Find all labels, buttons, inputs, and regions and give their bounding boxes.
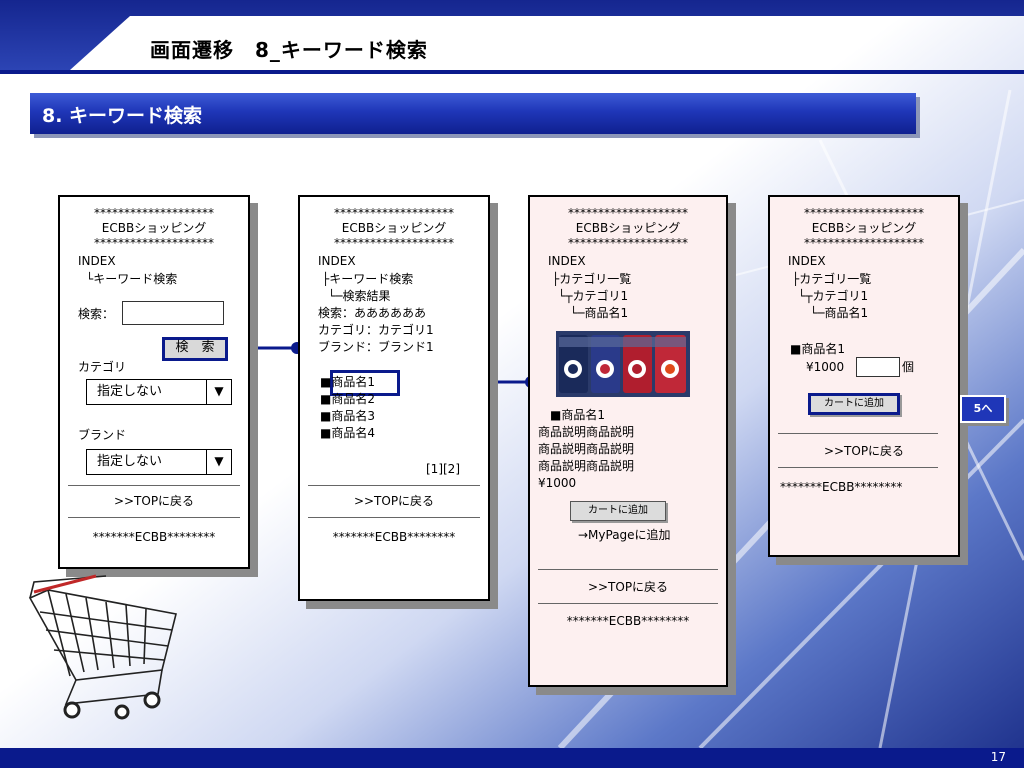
category-line: カテゴリ：カテゴリ1 <box>318 323 434 337</box>
divider <box>538 569 718 570</box>
footer-text: *******ECBB******** <box>780 480 903 494</box>
product-description-line: 商品説明商品説明 <box>538 425 635 439</box>
footer-text: *******ECBB******** <box>566 614 690 628</box>
add-to-cart-button[interactable]: カートに追加 <box>808 393 900 415</box>
result-item[interactable]: ■商品名2 <box>320 391 375 408</box>
slide-title: 画面遷移 8_キーワード検索 <box>150 38 428 62</box>
top-link[interactable]: >>TOPに戻る <box>300 493 488 510</box>
brand-line: ブランド：ブランド1 <box>318 340 434 354</box>
product-title: ■商品名1 <box>550 408 605 422</box>
divider <box>68 517 240 518</box>
product-photo <box>556 331 690 397</box>
index-label: INDEX <box>318 254 356 268</box>
footer-text: *******ECBB******** <box>92 530 216 544</box>
category-label: カテゴリ <box>78 360 127 374</box>
divider <box>538 603 718 604</box>
screen-add-to-cart: ******************** ECBBショッピング ********… <box>768 195 960 557</box>
breadcrumb-category-list: ├カテゴリ一覧 <box>792 272 872 286</box>
divider <box>68 485 240 486</box>
brand-select[interactable]: 指定しない ▼ <box>86 449 232 475</box>
screen-search-results: ******************** ECBBショッピング ********… <box>298 195 490 601</box>
search-label: 検索： <box>78 307 115 321</box>
breadcrumb-product: └─商品名1 <box>810 306 869 320</box>
query-line: 検索：ああああああ <box>318 306 427 320</box>
product-description-line: 商品説明商品説明 <box>538 442 635 456</box>
top-link[interactable]: >>TOPに戻る <box>60 493 248 510</box>
stars-bottom: ******************** <box>568 236 688 250</box>
result-item[interactable]: ■商品名4 <box>320 425 375 442</box>
shopping-cart-illustration <box>28 574 177 720</box>
footer-text: *******ECBB******** <box>332 530 456 544</box>
index-label: INDEX <box>78 254 116 268</box>
screen-product-detail: ******************** ECBBショッピング ********… <box>528 195 728 687</box>
breadcrumb-search: ├キーワード検索 <box>322 272 414 286</box>
pager[interactable]: [1][2] <box>426 461 460 478</box>
page-number: 17 <box>990 750 1006 764</box>
top-link[interactable]: >>TOPに戻る <box>770 443 958 460</box>
index-label: INDEX <box>548 254 586 268</box>
stars-bottom: ******************** <box>94 236 214 250</box>
quantity-input[interactable] <box>856 357 900 377</box>
footer-band: 17 <box>0 748 1024 768</box>
breadcrumb-category: └┬カテゴリ1 <box>798 289 869 303</box>
goto-page-5-label: 5へ <box>960 395 1006 423</box>
search-button[interactable]: 検 索 <box>162 337 228 361</box>
title-underline <box>0 70 1024 74</box>
top-link[interactable]: >>TOPに戻る <box>530 579 726 596</box>
product-price: ¥1000 <box>538 476 577 490</box>
section-header: 8. キーワード検索 <box>30 93 916 134</box>
index-label: INDEX <box>788 254 826 268</box>
add-to-cart-button[interactable]: カートに追加 <box>570 501 666 521</box>
dropdown-arrow-icon: ▼ <box>206 380 231 404</box>
breadcrumb-category-list: ├カテゴリ一覧 <box>552 272 632 286</box>
result-item[interactable]: ■商品名1 <box>320 374 375 391</box>
category-select[interactable]: 指定しない ▼ <box>86 379 232 405</box>
divider <box>778 433 938 434</box>
product-price: ¥1000 <box>806 360 845 374</box>
brand-label: ブランド <box>78 428 127 442</box>
screen-keyword-search: ******************** ECBBショッピング ********… <box>58 195 250 569</box>
quantity-unit: 個 <box>902 360 915 374</box>
breadcrumb-results: └─検索結果 <box>328 289 391 303</box>
divider <box>308 517 480 518</box>
brand-select-value: 指定しない <box>97 454 163 469</box>
product-description-line: 商品説明商品説明 <box>538 459 635 473</box>
result-item[interactable]: ■商品名3 <box>320 408 375 425</box>
section-title: 8. キーワード検索 <box>42 105 203 127</box>
stars-bottom: ******************** <box>804 236 924 250</box>
breadcrumb-product: └─商品名1 <box>570 306 629 320</box>
category-select-value: 指定しない <box>97 384 163 399</box>
add-to-mypage-link[interactable]: →MyPageに追加 <box>578 527 671 544</box>
search-input[interactable] <box>122 301 224 325</box>
divider <box>778 467 938 468</box>
stars-bottom: ******************** <box>334 236 454 250</box>
divider <box>308 485 480 486</box>
dropdown-arrow-icon: ▼ <box>206 450 231 474</box>
breadcrumb-category: └┬カテゴリ1 <box>558 289 629 303</box>
breadcrumb: └キーワード検索 <box>86 272 178 286</box>
product-title: ■商品名1 <box>790 342 845 356</box>
